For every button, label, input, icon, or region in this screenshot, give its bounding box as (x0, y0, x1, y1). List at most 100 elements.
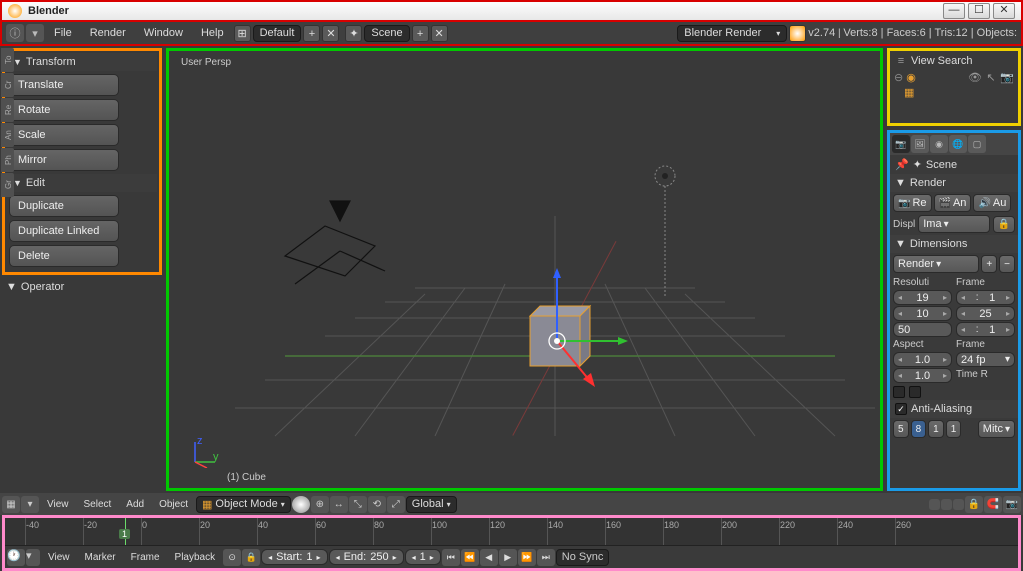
shading-solid-icon[interactable] (292, 496, 310, 513)
pivot-icon[interactable]: ⊕ (311, 496, 329, 513)
preset-add-button[interactable]: + (981, 255, 997, 273)
panel-edit-header[interactable]: ▼Edit (7, 174, 157, 192)
aa-sample-16[interactable]: 1 (946, 420, 962, 438)
scene-add-button[interactable]: + (412, 25, 429, 42)
resolution-x-field[interactable]: ◂19▸ (893, 290, 952, 305)
duplicate-button[interactable]: Duplicate (9, 195, 119, 217)
display-dropdown[interactable]: Ima ▾ (918, 215, 989, 233)
close-button[interactable]: ✕ (993, 3, 1015, 19)
tl-playback-menu[interactable]: Playback (168, 552, 223, 563)
duplicate-linked-button[interactable]: Duplicate Linked (9, 220, 119, 242)
layout-add-button[interactable]: + (303, 25, 320, 42)
operator-panel-header[interactable]: ▼Operator (0, 277, 164, 297)
visibility-icon[interactable]: 👁 (968, 70, 982, 84)
layout-browse-icon[interactable]: ⊞ (234, 25, 251, 42)
pin-icon[interactable]: 📌 (895, 158, 909, 171)
editor-type-icon[interactable]: 🕐 (7, 549, 25, 566)
crop-checkbox[interactable] (909, 386, 921, 398)
menu-render[interactable]: Render (82, 27, 134, 39)
tl-marker-menu[interactable]: Marker (78, 552, 123, 563)
snap-icon[interactable]: 🧲 (984, 496, 1002, 513)
selectable-icon[interactable]: ↖ (984, 70, 998, 84)
keyframe-next-icon[interactable]: ⏩ (518, 549, 536, 566)
border-checkbox[interactable] (893, 386, 905, 398)
resolution-pct-field[interactable]: 50 (893, 322, 952, 337)
screen-layout-dropdown[interactable]: Default (253, 25, 302, 42)
render-preview-icon[interactable]: 📷 (1003, 496, 1021, 513)
layout-remove-button[interactable]: ✕ (322, 25, 339, 42)
timeline-ruler[interactable]: 1 -40-2002040608010012014016018020022024… (5, 518, 1018, 546)
expand-menu-icon[interactable]: ▾ (26, 24, 44, 42)
vp-object-menu[interactable]: Object (152, 499, 195, 510)
renderable-icon[interactable]: 📷 (1000, 70, 1014, 84)
tab-tools[interactable]: To (1, 48, 14, 72)
aa-checkbox[interactable]: ✓ (895, 403, 907, 415)
menu-file[interactable]: File (46, 27, 80, 39)
keyframe-prev-icon[interactable]: ⏪ (461, 549, 479, 566)
layer-button[interactable] (953, 499, 964, 510)
tab-greasepencil[interactable]: Gr (1, 173, 14, 197)
tl-view-menu[interactable]: View (41, 552, 77, 563)
fps-field[interactable]: 24 fp ▾ (956, 352, 1015, 367)
editor-type-icon[interactable]: ▦ (2, 496, 20, 513)
maximize-button[interactable]: ☐ (968, 3, 990, 19)
aa-sample-11[interactable]: 1 (928, 420, 944, 438)
scene-dropdown[interactable]: Scene (364, 25, 409, 42)
start-frame-field[interactable]: ◂Start: 1▸ (261, 549, 327, 565)
scene-remove-button[interactable]: ✕ (431, 25, 448, 42)
mode-dropdown[interactable]: ▦Object Mode▾ (196, 496, 291, 513)
manip-scale-icon[interactable]: ⤢ (387, 496, 405, 513)
tab-relations[interactable]: Re (1, 98, 14, 122)
frame-end-field[interactable]: ◂25▸ (956, 306, 1015, 321)
jump-start-icon[interactable]: ⏮ (442, 549, 460, 566)
tab-create[interactable]: Cr (1, 73, 14, 97)
panel-transform-header[interactable]: ▼Transform (7, 53, 157, 71)
scene-browse-icon[interactable]: ✦ (345, 25, 362, 42)
menu-window[interactable]: Window (136, 27, 191, 39)
aa-filter-dropdown[interactable]: Mitc ▾ (978, 420, 1015, 438)
manip-translate-icon[interactable]: ⤡ (349, 496, 367, 513)
outliner-scene-row[interactable]: ⊖◉ 👁↖📷 (892, 69, 1016, 85)
tab-render-icon[interactable]: 📷 (892, 135, 910, 153)
render-engine-dropdown[interactable]: Blender Render▾ (677, 25, 787, 42)
mirror-button[interactable]: Mirror (9, 149, 119, 171)
manip-rotate-icon[interactable]: ⟲ (368, 496, 386, 513)
editor-type-icon[interactable]: ≡ (894, 54, 908, 68)
outliner-search-menu[interactable]: Search (938, 55, 973, 67)
vp-view-menu[interactable]: View (40, 499, 76, 510)
panel-render-header[interactable]: ▼Render (890, 174, 1018, 192)
vp-add-menu[interactable]: Add (119, 499, 151, 510)
scale-button[interactable]: Scale (9, 124, 119, 146)
tab-physics[interactable]: Ph (1, 148, 14, 172)
minimize-button[interactable]: — (943, 3, 965, 19)
editor-type-icon[interactable]: ⓘ (6, 24, 24, 42)
animation-button[interactable]: 🎬An (934, 194, 972, 212)
outliner-item-row[interactable]: ▦ (892, 85, 1016, 100)
vp-select-menu[interactable]: Select (77, 499, 119, 510)
aa-sample-8[interactable]: 8 (911, 420, 927, 438)
orientation-dropdown[interactable]: Global▾ (406, 496, 457, 513)
end-frame-field[interactable]: ◂End: 250▸ (329, 549, 404, 565)
panel-dimensions-header[interactable]: ▼Dimensions (890, 235, 1018, 253)
delete-button[interactable]: Delete (9, 245, 119, 267)
frame-start-field[interactable]: ◂: 1▸ (956, 290, 1015, 305)
tab-world-icon[interactable]: 🌐 (949, 135, 967, 153)
render-button[interactable]: 📷Re (893, 194, 932, 212)
menu-help[interactable]: Help (193, 27, 232, 39)
audio-button[interactable]: 🔊Au (973, 194, 1011, 212)
tab-render-layers-icon[interactable]: 🖼 (911, 135, 929, 153)
current-frame-field[interactable]: ◂1▸ (405, 549, 441, 565)
lock-range-icon[interactable]: 🔒 (242, 549, 260, 566)
lock-camera-icon[interactable]: 🔒 (965, 496, 983, 513)
range-icon[interactable]: ⊙ (223, 549, 241, 566)
sync-dropdown[interactable]: No Sync (556, 549, 610, 566)
collapse-menu-icon[interactable]: ▾ (21, 496, 39, 513)
lock-icon[interactable]: 🔒 (993, 216, 1015, 233)
translate-button[interactable]: Translate (9, 74, 119, 96)
resolution-y-field[interactable]: ◂10▸ (893, 306, 952, 321)
frame-step-field[interactable]: ◂: 1▸ (956, 322, 1015, 337)
collapse-icon[interactable]: ▾ (26, 549, 40, 566)
preset-remove-button[interactable]: − (999, 255, 1015, 273)
panel-aa-header[interactable]: ✓Anti-Aliasing (890, 400, 1018, 418)
aspect-y-field[interactable]: ◂1.0▸ (893, 368, 952, 383)
